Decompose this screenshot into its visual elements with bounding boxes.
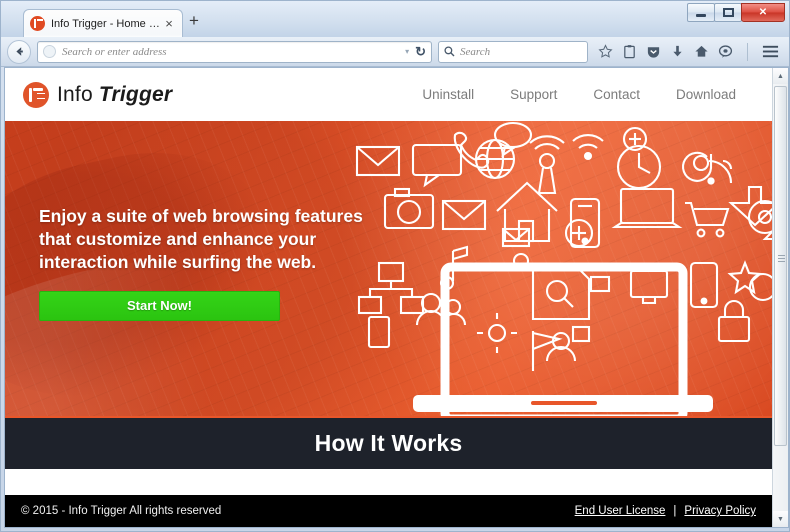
broadcast-icon bbox=[529, 135, 565, 195]
bookmark-star-icon[interactable] bbox=[598, 44, 613, 59]
plus-magnifier-icon bbox=[564, 218, 594, 248]
maximize-icon bbox=[722, 8, 734, 17]
sms-icon bbox=[411, 143, 463, 188]
site-header: Info Trigger Uninstall Support Contact D… bbox=[5, 68, 772, 121]
envelope-icon bbox=[501, 227, 531, 248]
scrollbar-grip-icon bbox=[777, 255, 785, 262]
image-icon bbox=[589, 275, 611, 293]
footer-link-privacy-policy[interactable]: Privacy Policy bbox=[684, 505, 756, 517]
footer-link-separator: | bbox=[673, 505, 677, 517]
pocket-icon[interactable] bbox=[646, 44, 661, 59]
document-search-icon bbox=[531, 265, 591, 321]
scrollbar-thumb[interactable] bbox=[773, 86, 787, 446]
download-cloud-icon bbox=[728, 185, 772, 227]
footer-link-end-user-license[interactable]: End User License bbox=[575, 505, 666, 517]
nav-item-contact[interactable]: Contact bbox=[593, 87, 640, 102]
laptop-small-icon bbox=[611, 187, 683, 229]
smartphone-icon bbox=[569, 197, 601, 249]
close-button[interactable]: ✕ bbox=[741, 3, 785, 22]
hero-banner: Enjoy a suite of web browsing features t… bbox=[5, 121, 772, 416]
at-symbol-icon bbox=[682, 151, 713, 182]
tab-strip: Info Trigger - Home Page × + ✕ bbox=[1, 1, 789, 37]
back-button[interactable] bbox=[7, 39, 31, 64]
toolbar-separator bbox=[747, 42, 748, 61]
maximize-button[interactable] bbox=[714, 3, 742, 22]
site-logo[interactable]: Info Trigger bbox=[23, 81, 172, 108]
home-icon[interactable] bbox=[694, 44, 709, 59]
box-icon bbox=[571, 325, 591, 343]
reload-icon[interactable]: ↻ bbox=[415, 44, 426, 60]
back-arrow-icon bbox=[15, 47, 23, 56]
site-identity-icon bbox=[43, 45, 56, 58]
envelope-icon bbox=[355, 145, 401, 177]
hero-headline: Enjoy a suite of web browsing features t… bbox=[39, 206, 363, 273]
footer-copyright: © 2015 - Info Trigger All rights reserve… bbox=[21, 505, 222, 517]
address-bar[interactable]: Search or enter address ▾ ↻ bbox=[37, 40, 432, 63]
new-tab-button[interactable]: + bbox=[189, 12, 199, 29]
search-box[interactable]: Search bbox=[438, 40, 588, 63]
browser-tab[interactable]: Info Trigger - Home Page × bbox=[23, 9, 183, 37]
hero-illustration-svg bbox=[355, 121, 772, 416]
page-viewport: Info Trigger Uninstall Support Contact D… bbox=[4, 67, 789, 528]
scrollbar-up-arrow[interactable]: ▲ bbox=[772, 68, 788, 84]
tablet-icon bbox=[367, 315, 391, 349]
star-icon bbox=[727, 260, 763, 295]
minimize-button[interactable] bbox=[687, 3, 715, 22]
site-footer: © 2015 - Info Trigger All rights reserve… bbox=[5, 495, 772, 527]
it-monogram-icon bbox=[23, 81, 49, 108]
icon-cloud-illustration bbox=[335, 121, 772, 416]
hero-copy: Enjoy a suite of web browsing features t… bbox=[39, 205, 369, 322]
how-it-works-title: How It Works bbox=[314, 430, 463, 456]
site-navigation: Uninstall Support Contact Download bbox=[422, 87, 754, 102]
monitor-icon bbox=[629, 269, 669, 305]
camera-icon bbox=[383, 187, 435, 230]
gear-icon bbox=[477, 313, 517, 353]
scrollbar-down-arrow[interactable]: ▼ bbox=[772, 511, 788, 527]
upload-arrow-icon bbox=[762, 230, 772, 255]
search-placeholder: Search bbox=[460, 45, 491, 58]
browser-toolbar: Search or enter address ▾ ↻ Search bbox=[1, 37, 789, 67]
start-now-button[interactable]: Start Now! bbox=[39, 291, 280, 322]
nav-item-support[interactable]: Support bbox=[510, 87, 557, 102]
minimize-icon bbox=[696, 14, 706, 17]
window-controls: ✕ bbox=[687, 3, 785, 22]
logo-name-regular: Info bbox=[57, 82, 93, 106]
lock-icon bbox=[717, 299, 751, 343]
browser-window: Info Trigger - Home Page × + ✕ Search or… bbox=[0, 0, 790, 532]
logo-name-bold: Trigger bbox=[98, 82, 173, 106]
page-scrollbar[interactable]: ▲ ▼ bbox=[772, 68, 788, 527]
cart-icon bbox=[685, 201, 730, 238]
web-page: Info Trigger Uninstall Support Contact D… bbox=[5, 68, 772, 527]
search-icon bbox=[444, 46, 455, 57]
address-bar-placeholder: Search or enter address bbox=[62, 45, 167, 58]
reader-clipboard-icon[interactable] bbox=[622, 44, 637, 59]
tab-title: Info Trigger - Home Page bbox=[51, 17, 162, 30]
tab-close-icon[interactable]: × bbox=[162, 17, 176, 30]
tab-favicon-icon bbox=[30, 16, 45, 31]
chevron-down-icon[interactable]: ▾ bbox=[405, 47, 409, 56]
scrollbar-track[interactable] bbox=[773, 84, 789, 511]
at-symbol-icon bbox=[747, 199, 772, 235]
clock-icon bbox=[616, 144, 662, 190]
nav-item-uninstall[interactable]: Uninstall bbox=[422, 87, 474, 102]
footer-links: End User License | Privacy Policy bbox=[575, 505, 756, 517]
envelope-icon bbox=[441, 199, 487, 231]
site-logo-text: Info Trigger bbox=[57, 83, 172, 107]
chat-icon[interactable] bbox=[718, 44, 733, 59]
nav-item-download[interactable]: Download bbox=[676, 87, 736, 102]
smartphone-icon bbox=[689, 261, 719, 309]
wifi-icon bbox=[572, 134, 604, 161]
downloads-icon[interactable] bbox=[670, 44, 685, 59]
menu-hamburger-icon[interactable] bbox=[762, 44, 779, 59]
how-it-works-bar: How It Works bbox=[5, 416, 772, 469]
toolbar-icons bbox=[594, 42, 783, 61]
phone-icon bbox=[453, 131, 490, 169]
